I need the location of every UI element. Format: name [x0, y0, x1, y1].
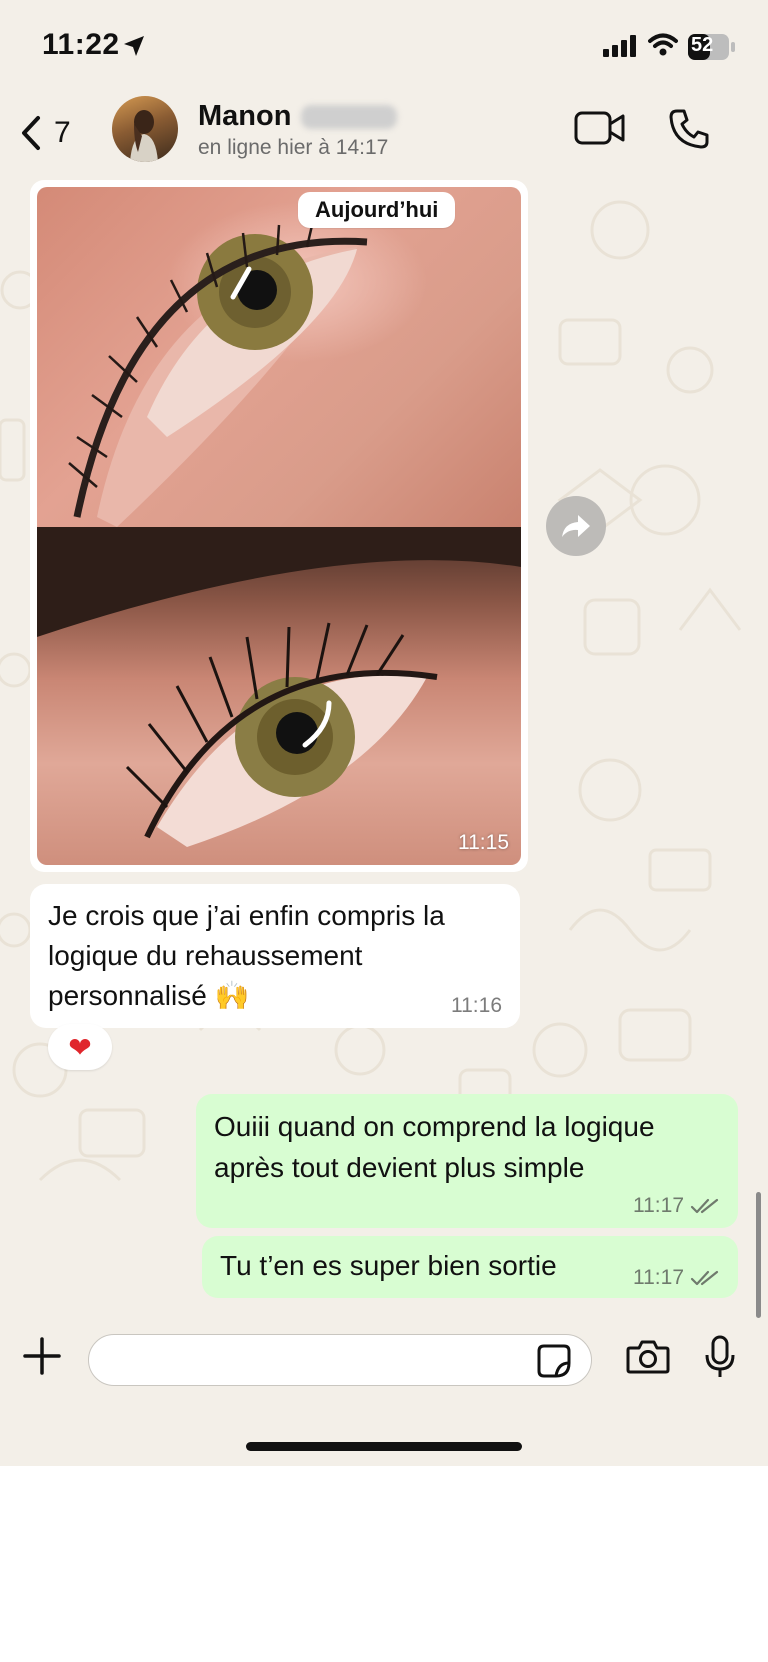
outgoing-message-meta: 11:17 [633, 1194, 720, 1218]
avatar[interactable] [112, 96, 178, 162]
contact-name-row[interactable]: Manon [198, 100, 398, 133]
incoming-message[interactable]: Je crois que j’ai enfin compris la logiq… [30, 884, 520, 1028]
microphone-icon[interactable] [704, 1335, 736, 1379]
photo-before [37, 187, 521, 527]
scrollbar[interactable] [756, 1192, 761, 1318]
incoming-message-text: Je crois que j’ai enfin compris la logiq… [48, 900, 445, 1011]
heart-reaction[interactable]: ❤ [48, 1024, 112, 1070]
avatar-silhouette [130, 110, 158, 162]
battery-indicator: 52 [688, 33, 736, 66]
contact-status: en ligne hier à 14:17 [198, 136, 389, 159]
forward-arrow-icon [562, 515, 590, 537]
photo-after [37, 527, 521, 865]
photo-timestamp: 11:15 [458, 831, 509, 854]
phone-icon[interactable] [668, 108, 710, 150]
message-input[interactable] [88, 1334, 592, 1386]
photo-message[interactable]: 11:15 [30, 180, 528, 872]
outgoing-message-time: 11:17 [633, 1266, 684, 1289]
contact-name: Manon [198, 100, 292, 132]
eye-illustration-bottom [37, 527, 521, 847]
contact-surname-redacted [301, 104, 398, 129]
read-ticks-icon [690, 1198, 719, 1214]
back-button[interactable]: 7 [20, 108, 90, 158]
outgoing-message-text: Ouiii quand on comprend la logique après… [214, 1111, 655, 1183]
outgoing-message-meta: 11:17 [633, 1266, 720, 1290]
chevron-left-icon [22, 116, 40, 150]
video-camera-icon[interactable] [574, 110, 626, 146]
outgoing-message-text: Tu t’en es super bien sortie [220, 1250, 557, 1281]
plus-icon[interactable] [22, 1336, 62, 1376]
outgoing-message[interactable]: Tu t’en es super bien sortie 11:17 [202, 1236, 738, 1298]
outgoing-message[interactable]: Ouiii quand on comprend la logique après… [196, 1094, 738, 1228]
battery-level: 52 [691, 34, 714, 56]
location-arrow-icon [124, 36, 144, 56]
status-time: 11:22 [42, 28, 120, 61]
sticker-icon[interactable] [536, 1343, 572, 1379]
eye-illustration-top [68, 220, 368, 527]
date-chip: Aujourd’hui [298, 192, 456, 228]
photo-collage[interactable]: 11:15 [37, 187, 521, 865]
chat-screen: 11:22 52 7 Manon en ligne hier à 14:17 1… [0, 0, 768, 1466]
forward-button[interactable] [546, 496, 606, 556]
incoming-message-time: 11:16 [451, 994, 502, 1017]
signal-icon [603, 35, 636, 57]
outgoing-message-time: 11:17 [633, 1194, 684, 1217]
wifi-icon [648, 33, 678, 56]
read-ticks-icon [690, 1270, 719, 1286]
unread-chats-count: 7 [54, 116, 71, 149]
camera-icon[interactable] [626, 1339, 670, 1375]
home-indicator[interactable] [246, 1442, 522, 1451]
